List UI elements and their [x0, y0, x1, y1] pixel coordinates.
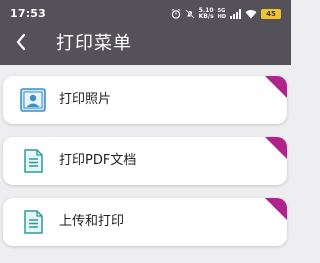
battery-indicator: 45: [261, 9, 281, 19]
status-bar: 17:53 5.10 KB/s 5G HD 45: [0, 0, 291, 28]
top-app-bar: 17:53 5.10 KB/s 5G HD 45 打印菜单: [0, 0, 291, 65]
status-icons: 5.10 KB/s 5G HD 45: [171, 6, 281, 22]
corner-ribbon: [265, 137, 287, 159]
menu-item-label: 打印PDF文档: [59, 153, 137, 168]
mute-bell-icon: [185, 9, 195, 19]
menu-item-label: 上传和打印: [59, 214, 125, 229]
menu-item-label: 打印照片: [59, 92, 112, 107]
signal-type-bottom: HD: [217, 14, 226, 20]
network-speed: 5.10 KB/s: [199, 8, 214, 20]
app-screen: 17:53 5.10 KB/s 5G HD 45 打印菜单 打印照片 打印PDF…: [0, 0, 291, 263]
photo-icon: [20, 88, 46, 112]
signal-type: 5G HD: [218, 8, 226, 20]
page-title: 打印菜单: [56, 33, 132, 54]
network-speed-unit: KB/s: [198, 13, 214, 20]
back-button[interactable]: [10, 31, 32, 57]
document-icon: [20, 210, 46, 234]
chevron-left-icon: [15, 33, 27, 55]
document-icon: [20, 149, 46, 173]
status-time: 17:53: [10, 7, 47, 20]
menu-item-print-photo[interactable]: 打印照片: [3, 76, 287, 124]
corner-ribbon: [265, 76, 287, 98]
corner-ribbon: [265, 198, 287, 220]
menu-item-print-pdf[interactable]: 打印PDF文档: [3, 137, 287, 185]
wifi-icon: [245, 9, 257, 19]
cell-signal-icon: [230, 9, 241, 19]
alarm-icon: [171, 9, 181, 19]
menu-item-upload-and-print[interactable]: 上传和打印: [3, 198, 287, 246]
